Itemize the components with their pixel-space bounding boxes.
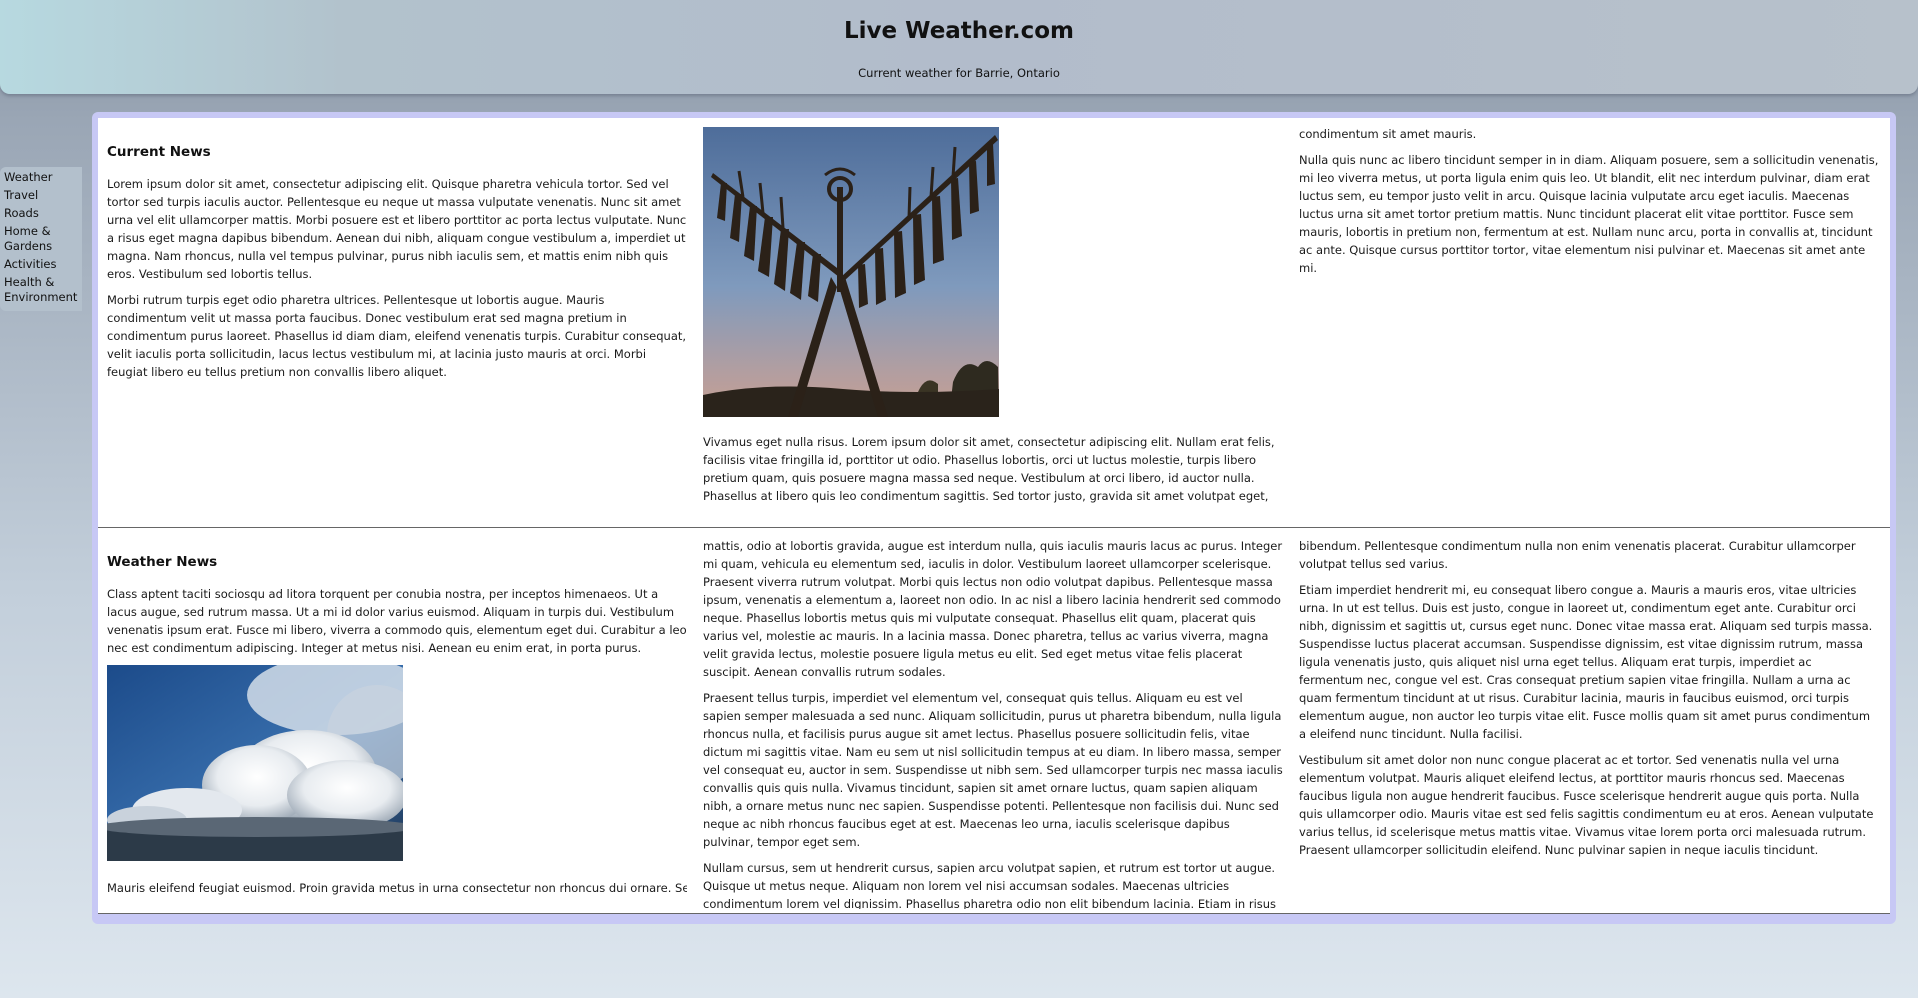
weather-news-paragraph: Praesent tellus turpis, imperdiet vel el… bbox=[703, 691, 1283, 849]
current-news-paragraph: Vivamus eget nulla risus. Lorem ipsum do… bbox=[703, 435, 1275, 503]
weather-news-paragraph: Mauris eleifend feugiat euismod. Proin g… bbox=[107, 881, 687, 895]
weather-news-paragraph: Nullam cursus, sem ut hendrerit cursus, … bbox=[703, 861, 1277, 909]
weather-news-paragraph: bibendum. Pellentesque condimentum nulla… bbox=[1299, 539, 1856, 571]
section-divider bbox=[98, 527, 1890, 528]
current-news-col-3: condimentum sit amet mauris. Nulla quis … bbox=[1299, 125, 1879, 523]
current-news-paragraph: Lorem ipsum dolor sit amet, consectetur … bbox=[107, 177, 687, 281]
section-bottom-rule bbox=[98, 913, 1890, 914]
nav-item-activities[interactable]: Activities bbox=[0, 256, 82, 274]
site-title: Live Weather.com bbox=[844, 18, 1074, 44]
weather-news-paragraph: Etiam imperdiet hendrerit mi, eu consequ… bbox=[1299, 583, 1873, 741]
weather-news-paragraph: mattis, odio at lobortis gravida, augue … bbox=[703, 539, 1283, 679]
weather-news-heading: Weather News bbox=[107, 554, 218, 570]
clouds-image bbox=[107, 665, 403, 861]
nav-item-weather[interactable]: Weather bbox=[0, 169, 82, 187]
sidebar-nav: Weather Travel Roads Home & Gardens Acti… bbox=[0, 167, 82, 311]
site-header: Live Weather.com Current weather for Bar… bbox=[0, 0, 1918, 94]
nav-item-travel[interactable]: Travel bbox=[0, 187, 82, 205]
content-panel: Current News Lorem ipsum dolor sit amet,… bbox=[98, 118, 1890, 914]
weather-news-col-3: bibendum. Pellentesque condimentum nulla… bbox=[1299, 537, 1879, 909]
sculpture-image bbox=[703, 127, 999, 417]
site-subtitle: Current weather for Barrie, Ontario bbox=[858, 66, 1060, 80]
current-news-col-1: Current News Lorem ipsum dolor sit amet,… bbox=[107, 143, 687, 523]
current-news-paragraph: condimentum sit amet mauris. bbox=[1299, 127, 1477, 141]
nav-item-health-environment[interactable]: Health & Environment bbox=[0, 274, 82, 307]
current-news-paragraph: Morbi rutrum turpis eget odio pharetra u… bbox=[107, 293, 687, 379]
nav-item-home-gardens[interactable]: Home & Gardens bbox=[0, 223, 82, 256]
current-news-paragraph: Nulla quis nunc ac libero tincidunt semp… bbox=[1299, 153, 1879, 275]
nav-item-roads[interactable]: Roads bbox=[0, 205, 82, 223]
weather-news-col-2: mattis, odio at lobortis gravida, augue … bbox=[703, 537, 1283, 909]
weather-news-paragraph: Vestibulum sit amet dolor non nunc congu… bbox=[1299, 753, 1874, 857]
current-news-heading: Current News bbox=[107, 144, 211, 160]
weather-news-paragraph: Class aptent taciti sociosqu ad litora t… bbox=[107, 587, 687, 655]
current-news-col-2: Vivamus eget nulla risus. Lorem ipsum do… bbox=[703, 127, 1283, 523]
weather-news-col-1: Weather News Class aptent taciti sociosq… bbox=[107, 553, 687, 909]
